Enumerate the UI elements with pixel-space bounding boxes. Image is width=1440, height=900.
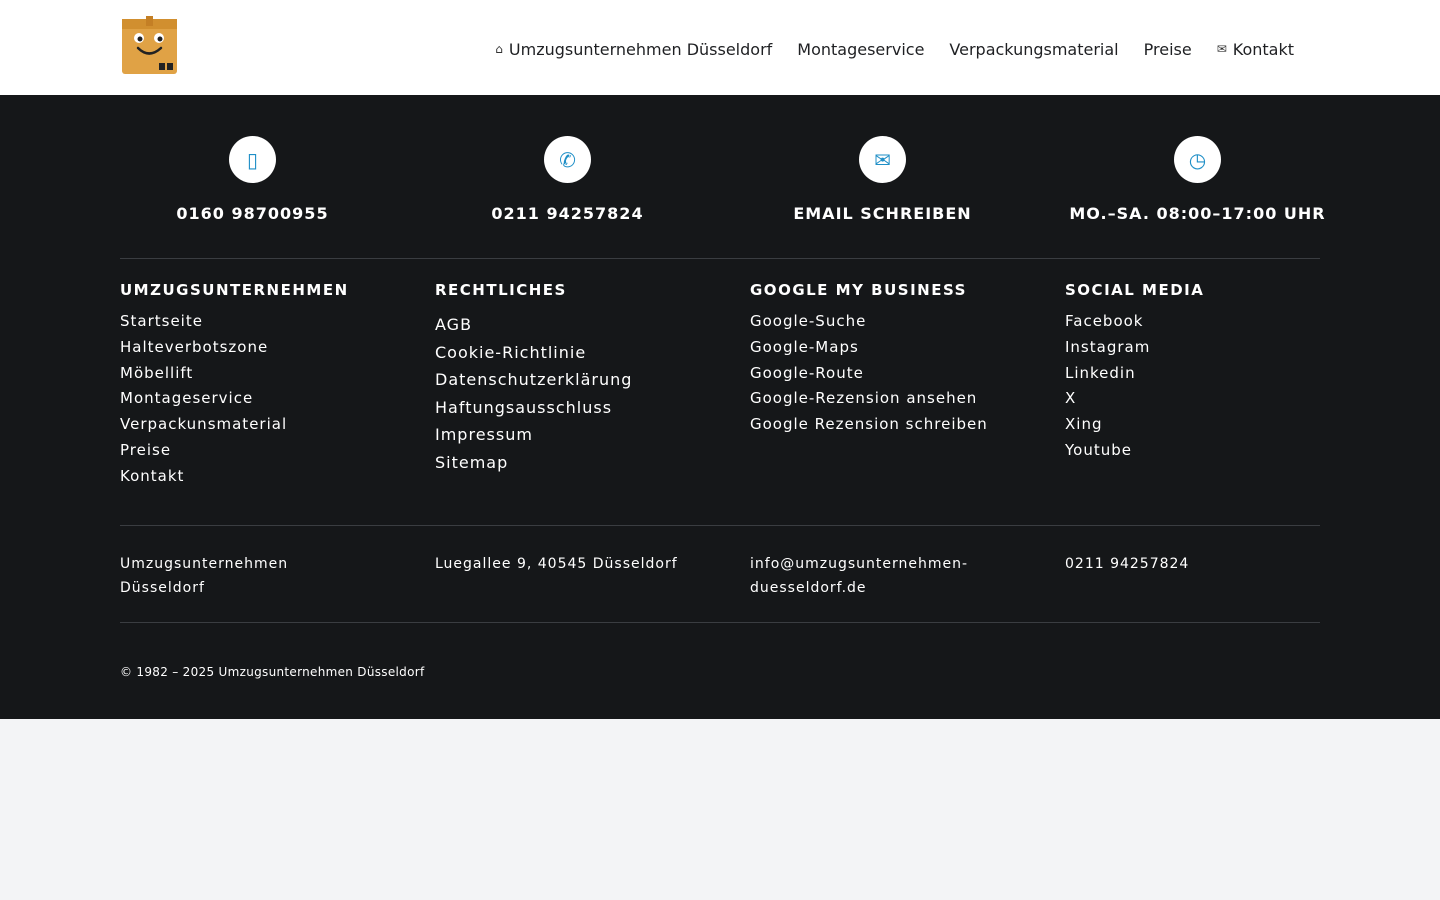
nav-item-verpackungsmaterial[interactable]: Verpackungsmaterial	[949, 40, 1118, 59]
address-text: Luegallee 9, 40545 Düsseldorf	[435, 556, 678, 572]
phone-icon: ✆	[544, 136, 591, 183]
footer-link[interactable]: X	[1065, 386, 1204, 412]
clock-icon: ◷	[1174, 136, 1221, 183]
mobile-phone-icon: ▯	[229, 136, 276, 183]
footer-link[interactable]: Google-Suche	[750, 309, 988, 335]
contact-label: 0160 98700955	[176, 204, 329, 223]
divider	[120, 622, 1320, 623]
footer-link[interactable]: Montageservice	[120, 386, 349, 412]
envelope-icon: ✉	[859, 136, 906, 183]
footer-link[interactable]: Xing	[1065, 412, 1204, 438]
footer-link[interactable]: Google-Rezension ansehen	[750, 386, 988, 412]
footer-column-social: SOCIAL MEDIA Facebook Instagram Linkedin…	[1065, 281, 1204, 464]
footer-column-rechtliches: RECHTLICHES AGB Cookie-Richtlinie Datens…	[435, 281, 632, 476]
footer-link[interactable]: Datenschutzerklärung	[435, 366, 632, 394]
footer-link[interactable]: Haftungsausschluss	[435, 394, 632, 422]
home-icon: ⌂	[495, 42, 503, 56]
footer-link[interactable]: Cookie-Richtlinie	[435, 339, 632, 367]
column-title: SOCIAL MEDIA	[1065, 281, 1205, 299]
nav-item-label: Kontakt	[1232, 39, 1294, 59]
nav-item-kontakt[interactable]: ✉ Kontakt	[1217, 40, 1294, 59]
contact-label: 0211 94257824	[491, 204, 644, 223]
contact-hours: ◷ MO.–SA. 08:00–17:00 UHR	[1065, 136, 1330, 223]
nav-item-umzugsunternehmen[interactable]: ⌂ Umzugsunternehmen Düsseldorf	[495, 40, 772, 59]
contact-email[interactable]: ✉ EMAIL SCHREIBEN	[750, 136, 1015, 223]
info-phone[interactable]: 0211 94257824	[1065, 552, 1189, 576]
nav-item-montageservice[interactable]: Montageservice	[797, 40, 924, 59]
info-company: Umzugsunternehmen Düsseldorf	[120, 552, 288, 600]
nav-item-label: Umzugsunternehmen Düsseldorf	[508, 39, 773, 59]
nav-item-label: Preise	[1143, 39, 1192, 59]
email-line: duesseldorf.de	[750, 580, 867, 596]
contact-strip: ▯ 0160 98700955 ✆ 0211 94257824 ✉ EMAIL …	[120, 136, 1325, 226]
nav-item-preise[interactable]: Preise	[1144, 40, 1192, 59]
site-header: ⌂ Umzugsunternehmen Düsseldorf Montageser…	[0, 0, 1440, 95]
logo-box-icon[interactable]	[121, 15, 178, 75]
contact-mobile[interactable]: ▯ 0160 98700955	[120, 136, 385, 223]
column-title: UMZUGSUNTERNEHMEN	[120, 281, 349, 299]
contact-phone[interactable]: ✆ 0211 94257824	[435, 136, 700, 223]
footer-link[interactable]: Preise	[120, 438, 349, 464]
footer-link[interactable]: Linkedin	[1065, 361, 1204, 387]
footer-link[interactable]: Startseite	[120, 309, 349, 335]
footer-link[interactable]: AGB	[435, 311, 632, 339]
main-nav: ⌂ Umzugsunternehmen Düsseldorf Montageser…	[495, 38, 1294, 60]
column-title: GOOGLE MY BUSINESS	[750, 281, 967, 299]
footer-column-google: GOOGLE MY BUSINESS Google-Suche Google-M…	[750, 281, 988, 438]
column-title: RECHTLICHES	[435, 281, 567, 299]
footer-link[interactable]: Facebook	[1065, 309, 1204, 335]
contact-label: EMAIL SCHREIBEN	[793, 204, 972, 223]
nav-item-label: Montageservice	[797, 39, 925, 59]
footer-column-umzugsunternehmen: UMZUGSUNTERNEHMEN Startseite Halteverbot…	[120, 281, 349, 490]
footer-link[interactable]: Google Rezension schreiben	[750, 412, 988, 438]
footer-link[interactable]: Google-Route	[750, 361, 988, 387]
copyright: © 1982 – 2025 Umzugsunternehmen Düsseldo…	[120, 665, 425, 679]
email-line: info@umzugsunternehmen-	[750, 556, 969, 572]
divider	[120, 525, 1320, 526]
info-email[interactable]: info@umzugsunternehmen- duesseldorf.de	[750, 552, 968, 600]
company-name-line: Umzugsunternehmen	[120, 556, 289, 572]
site-footer: ▯ 0160 98700955 ✆ 0211 94257824 ✉ EMAIL …	[0, 95, 1440, 719]
footer-link[interactable]: Google-Maps	[750, 335, 988, 361]
footer-link[interactable]: Impressum	[435, 421, 632, 449]
footer-link[interactable]: Verpackunsmaterial	[120, 412, 349, 438]
contact-label: MO.–SA. 08:00–17:00 UHR	[1069, 204, 1326, 223]
footer-link[interactable]: Möbellift	[120, 361, 349, 387]
info-address: Luegallee 9, 40545 Düsseldorf	[435, 552, 678, 576]
footer-link[interactable]: Instagram	[1065, 335, 1204, 361]
footer-link[interactable]: Youtube	[1065, 438, 1204, 464]
footer-link[interactable]: Kontakt	[120, 464, 349, 490]
divider	[120, 258, 1320, 259]
footer-link[interactable]: Halteverbotszone	[120, 335, 349, 361]
envelope-icon: ✉	[1216, 42, 1227, 56]
nav-item-label: Verpackungsmaterial	[949, 39, 1119, 59]
company-name-line: Düsseldorf	[120, 580, 205, 596]
footer-link[interactable]: Sitemap	[435, 449, 632, 477]
phone-text: 0211 94257824	[1065, 556, 1190, 572]
